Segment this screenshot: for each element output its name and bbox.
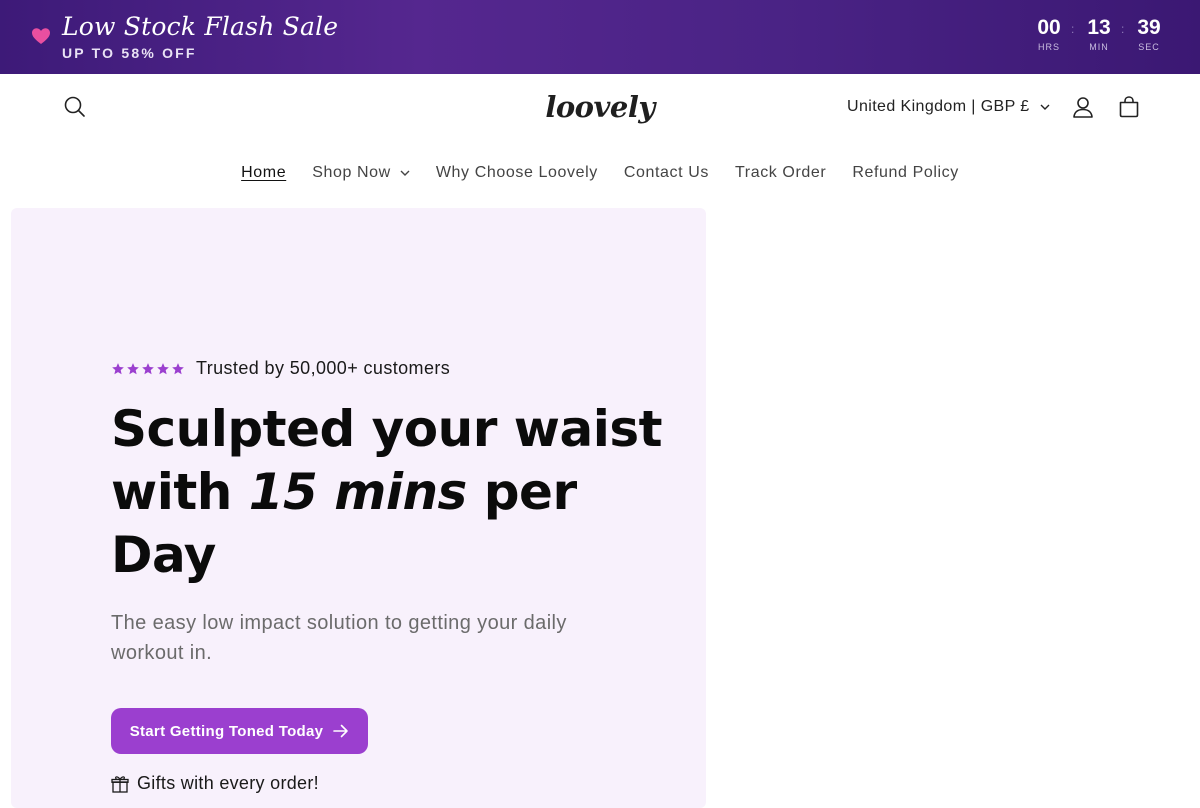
timer-seconds-value: 39 [1137,16,1161,39]
hero-subtext: The easy low impact solution to getting … [111,612,567,664]
heart-icon [32,28,50,44]
timer-hours-label: HRS [1037,42,1060,52]
nav-item-label: Track Order [734,164,827,181]
timer-seconds-label: SEC [1138,42,1160,52]
nav-item-label: Contact Us [623,164,709,181]
arrow-right-icon [333,724,349,738]
nav-item-label: Shop Now [312,164,391,181]
site-header: loovely United Kingdom | GBP £ Home Shop… [0,74,1200,208]
gift-icon [111,775,129,793]
rating-stars [111,362,185,376]
timer-minutes-label: MIN [1089,42,1109,52]
cart-icon [1119,96,1139,118]
chevron-down-icon [400,170,410,176]
site-logo[interactable]: loovely [545,90,655,124]
star-icon [127,362,139,374]
gifts-text: Gifts with every order! [137,773,319,793]
hero-media-area [716,208,1200,800]
rating-row: Trusted by 50,000+ customers [111,358,450,379]
timer-hours: 00 HRS [1024,16,1074,52]
locale-label: United Kingdom | GBP £ [847,98,1030,115]
nav-item-contact-us[interactable]: Contact Us [611,162,722,184]
star-icon [142,362,154,374]
nav-item-label: Why Choose Loovely [435,164,598,181]
nav-item-label: Refund Policy [852,164,959,181]
countdown-timer: 00 HRS : 13 MIN : 39 SEC [1024,16,1174,52]
search-button[interactable] [62,94,88,120]
nav-item-why-choose-loovely[interactable]: Why Choose Loovely [423,162,611,184]
nav-item-track-order[interactable]: Track Order [722,162,839,184]
star-icon [157,362,169,374]
timer-minutes-value: 13 [1087,16,1111,39]
nav-item-refund-policy[interactable]: Refund Policy [839,162,972,184]
announcement-bar: Low Stock Flash Sale UP TO 58% OFF 00 HR… [0,0,1200,74]
star-icon [112,362,124,374]
hero-headline: Sculpted your waist with 15 mins per Day [111,398,671,587]
main-nav: Home Shop Now Why Choose Loovely Contact… [0,162,1200,184]
account-button[interactable] [1070,94,1096,120]
nav-item-home[interactable]: Home [228,162,299,184]
timer-minutes: 13 MIN [1074,16,1124,52]
headline-emphasis: 15 mins [248,463,468,521]
promo-subtitle: UP TO 58% OFF [62,45,197,61]
search-icon [64,96,85,117]
cta-label: Start Getting Toned Today [129,722,324,740]
rating-text: Trusted by 50,000+ customers [196,358,451,378]
promo-title: Low Stock Flash Sale [62,12,339,41]
timer-seconds: 39 SEC [1124,16,1174,52]
gifts-note: Gifts with every order! [111,773,319,794]
chevron-down-icon [1040,104,1050,110]
locale-selector[interactable]: United Kingdom | GBP £ [847,96,1050,118]
star-icon [172,362,184,374]
hero-section: Trusted by 50,000+ customers Sculpted yo… [11,208,706,808]
nav-item-label: Home [241,164,287,181]
cart-button[interactable] [1116,94,1142,120]
nav-item-shop-now[interactable]: Shop Now [299,162,423,184]
cta-button[interactable]: Start Getting Toned Today [111,708,368,754]
account-icon [1073,97,1093,118]
timer-hours-value: 00 [1037,16,1061,39]
